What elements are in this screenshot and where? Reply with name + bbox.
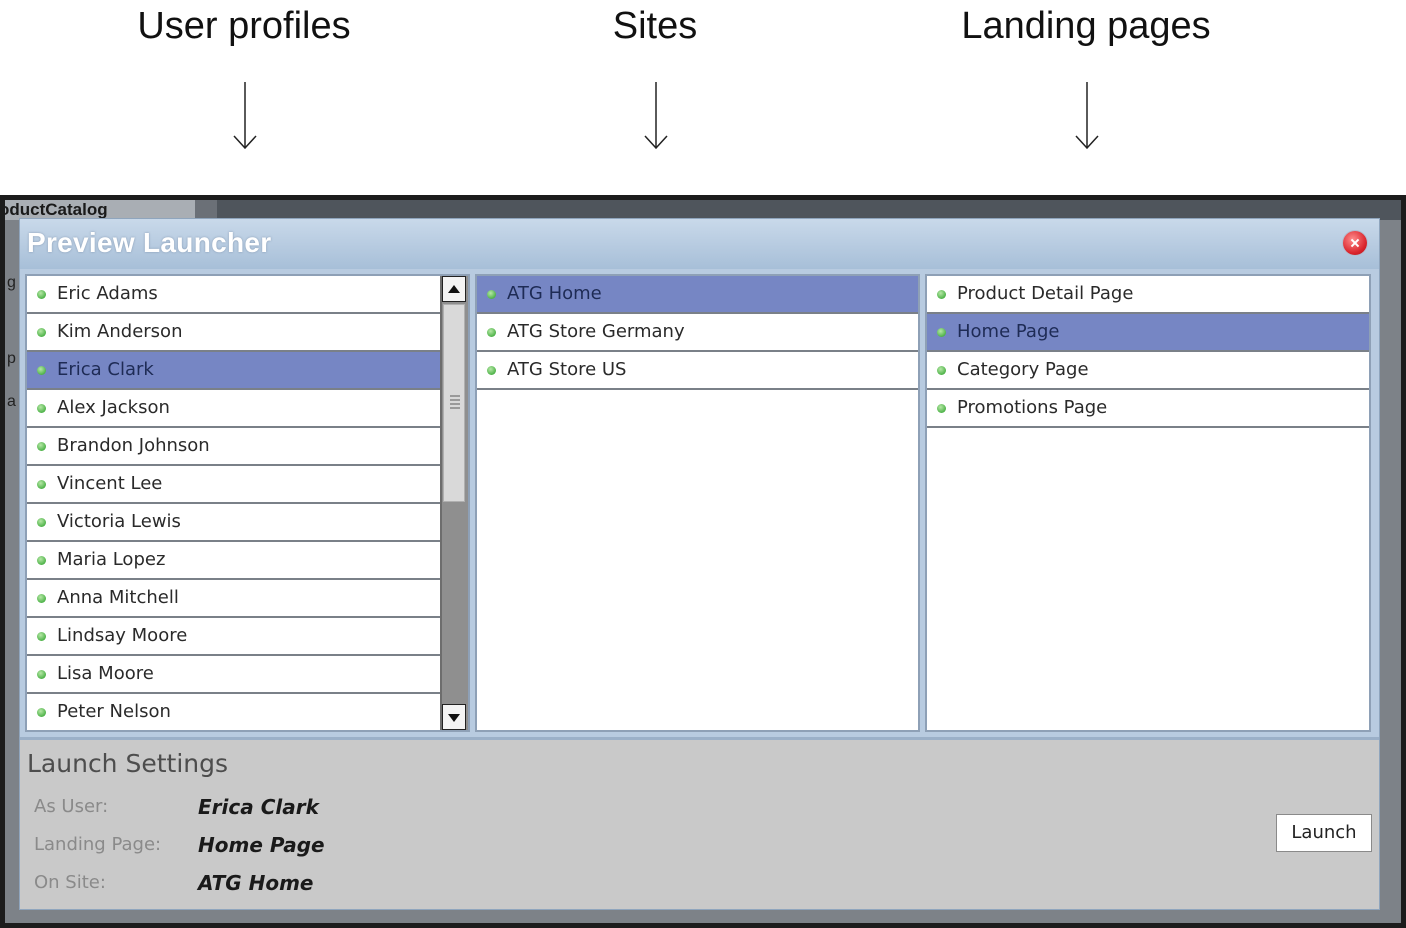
landing-page-list-item[interactable]: Product Detail Page bbox=[927, 276, 1369, 314]
scrollbar-thumb[interactable] bbox=[443, 304, 465, 502]
site-list-item[interactable]: ATG Store Germany bbox=[477, 314, 918, 352]
user-list-item-label: Vincent Lee bbox=[57, 473, 163, 494]
on-site-value: ATG Home bbox=[198, 871, 314, 895]
status-dot-icon bbox=[937, 328, 946, 337]
as-user-label: As User: bbox=[34, 796, 109, 817]
user-list-item-label: Erica Clark bbox=[57, 359, 154, 380]
landing-page-label: Landing Page: bbox=[34, 834, 162, 855]
background-text-fragment: a bbox=[7, 393, 16, 410]
background-window-title: oductCatalog bbox=[5, 200, 195, 220]
close-icon[interactable] bbox=[1343, 231, 1367, 255]
user-list-item[interactable]: Peter Nelson bbox=[27, 694, 440, 730]
annotation-landing-pages: Landing pages bbox=[961, 5, 1211, 47]
scroll-down-arrow-icon[interactable] bbox=[442, 704, 466, 730]
launch-button[interactable]: Launch bbox=[1276, 814, 1372, 852]
background-text-fragment: g bbox=[7, 274, 16, 291]
background-text-fragment: p bbox=[7, 350, 16, 367]
status-dot-icon bbox=[37, 366, 46, 375]
landing-page-list-item[interactable]: Category Page bbox=[927, 352, 1369, 390]
as-user-value: Erica Clark bbox=[198, 795, 319, 819]
status-dot-icon bbox=[37, 556, 46, 565]
page-list: Product Detail Page Home Page Category Pag… bbox=[927, 276, 1369, 428]
site-list-item-label: ATG Store Germany bbox=[507, 321, 685, 342]
user-list-item-label: Eric Adams bbox=[57, 283, 158, 304]
status-dot-icon bbox=[37, 518, 46, 527]
status-dot-icon bbox=[37, 670, 46, 679]
user-list-item[interactable]: Anna Mitchell bbox=[27, 580, 440, 618]
user-list-item-label: Victoria Lewis bbox=[57, 511, 181, 532]
user-list-item-label: Lisa Moore bbox=[57, 663, 154, 684]
status-dot-icon bbox=[37, 708, 46, 717]
status-dot-icon bbox=[937, 404, 946, 413]
dialog-titlebar: Preview Launcher bbox=[20, 219, 1379, 269]
site-list: ATG Home ATG Store Germany ATG Store US bbox=[477, 276, 918, 390]
down-arrow-icon bbox=[230, 82, 260, 152]
site-list-item[interactable]: ATG Home bbox=[477, 276, 918, 314]
down-arrow-icon bbox=[641, 82, 671, 152]
status-dot-icon bbox=[937, 366, 946, 375]
status-dot-icon bbox=[487, 290, 496, 299]
launch-settings-title: Launch Settings bbox=[27, 749, 229, 778]
on-site-label: On Site: bbox=[34, 872, 106, 893]
user-list-item[interactable]: Lindsay Moore bbox=[27, 618, 440, 656]
status-dot-icon bbox=[37, 290, 46, 299]
background-divider bbox=[195, 200, 217, 220]
status-dot-icon bbox=[37, 404, 46, 413]
user-profiles-list: Eric Adams Kim Anderson Erica Clark Alex Ja… bbox=[25, 274, 470, 732]
user-list-item-label: Anna Mitchell bbox=[57, 587, 179, 608]
status-dot-icon bbox=[487, 366, 496, 375]
user-list-item-label: Alex Jackson bbox=[57, 397, 170, 418]
annotation-sites: Sites bbox=[612, 5, 698, 47]
user-list-scrollbar[interactable] bbox=[440, 276, 468, 730]
site-list-item[interactable]: ATG Store US bbox=[477, 352, 918, 390]
user-list-item[interactable]: Lisa Moore bbox=[27, 656, 440, 694]
user-list-item[interactable]: Alex Jackson bbox=[27, 390, 440, 428]
landing-pages-list: Product Detail Page Home Page Category Pag… bbox=[925, 274, 1371, 732]
sites-list: ATG Home ATG Store Germany ATG Store US bbox=[475, 274, 920, 732]
status-dot-icon bbox=[37, 632, 46, 641]
user-list-item-label: Maria Lopez bbox=[57, 549, 166, 570]
landing-page-list-item-label: Home Page bbox=[957, 321, 1060, 342]
status-dot-icon bbox=[937, 290, 946, 299]
user-list-item[interactable]: Victoria Lewis bbox=[27, 504, 440, 542]
landing-page-list-item-label: Promotions Page bbox=[957, 397, 1108, 418]
user-list: Eric Adams Kim Anderson Erica Clark Alex Ja… bbox=[27, 276, 440, 730]
user-list-item[interactable]: Maria Lopez bbox=[27, 542, 440, 580]
user-list-item[interactable]: Eric Adams bbox=[27, 276, 440, 314]
status-dot-icon bbox=[37, 328, 46, 337]
user-list-item[interactable]: Kim Anderson bbox=[27, 314, 440, 352]
preview-launcher-dialog: Preview Launcher Eric Adams Kim Anderson E… bbox=[19, 218, 1380, 910]
site-list-item-label: ATG Store US bbox=[507, 359, 627, 380]
status-dot-icon bbox=[487, 328, 496, 337]
user-list-item[interactable]: Vincent Lee bbox=[27, 466, 440, 504]
scroll-up-arrow-icon[interactable] bbox=[442, 276, 466, 302]
status-dot-icon bbox=[37, 442, 46, 451]
dialog-content: Eric Adams Kim Anderson Erica Clark Alex Ja… bbox=[20, 269, 1379, 737]
grip-icon bbox=[450, 395, 460, 409]
user-list-item[interactable]: Brandon Johnson bbox=[27, 428, 440, 466]
user-list-item-label: Peter Nelson bbox=[57, 701, 171, 722]
annotation-user-profiles: User profiles bbox=[137, 5, 351, 47]
landing-page-list-item[interactable]: Home Page bbox=[927, 314, 1369, 352]
user-list-item-label: Brandon Johnson bbox=[57, 435, 210, 456]
down-arrow-icon bbox=[1072, 82, 1102, 152]
dialog-title: Preview Launcher bbox=[27, 227, 272, 258]
status-dot-icon bbox=[37, 594, 46, 603]
landing-page-list-item-label: Product Detail Page bbox=[957, 283, 1134, 304]
landing-page-list-item[interactable]: Promotions Page bbox=[927, 390, 1369, 428]
user-list-item-label: Lindsay Moore bbox=[57, 625, 188, 646]
site-list-item-label: ATG Home bbox=[507, 283, 602, 304]
user-list-item[interactable]: Erica Clark bbox=[27, 352, 440, 390]
status-dot-icon bbox=[37, 480, 46, 489]
user-list-item-label: Kim Anderson bbox=[57, 321, 183, 342]
landing-page-list-item-label: Category Page bbox=[957, 359, 1089, 380]
launch-settings-panel: Launch Settings As User: Erica Clark Lan… bbox=[20, 737, 1379, 909]
background-toolbar bbox=[217, 200, 1401, 220]
landing-page-value: Home Page bbox=[198, 833, 325, 857]
